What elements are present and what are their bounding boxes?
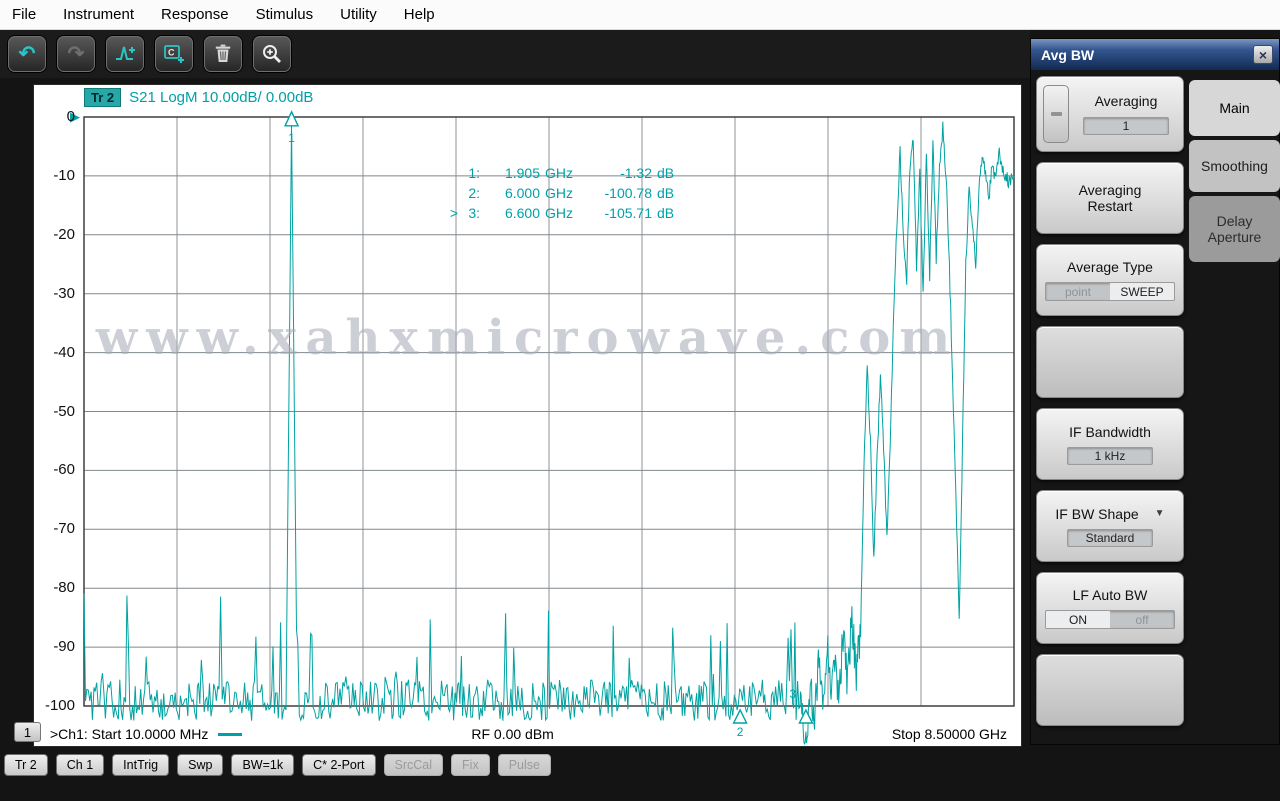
status-calibration-button[interactable]: C* 2-Port bbox=[302, 754, 376, 776]
marker-row: 2: 6.000 GHz -100.78 dB bbox=[468, 185, 675, 201]
menu-help[interactable]: Help bbox=[404, 6, 435, 23]
undo-button[interactable]: ↶ bbox=[8, 36, 46, 72]
average-type-segment: point SWEEP bbox=[1045, 282, 1175, 301]
averaging-button[interactable]: Averaging 1 bbox=[1036, 76, 1184, 152]
menu-response[interactable]: Response bbox=[161, 6, 229, 23]
lf-auto-bw-button[interactable]: LF Auto BW ON off bbox=[1036, 572, 1184, 644]
average-type-button[interactable]: Average Type point SWEEP bbox=[1036, 244, 1184, 316]
channel-badge[interactable]: 1 bbox=[14, 722, 41, 742]
y-tick: -100 bbox=[44, 697, 75, 714]
if-bw-shape-button[interactable]: IF BW Shape ▼ Standard bbox=[1036, 490, 1184, 562]
status-pulse-button: Pulse bbox=[497, 754, 551, 776]
panel-header: Avg BW × bbox=[1031, 39, 1279, 70]
copy-channel-icon: C bbox=[164, 45, 184, 63]
tab-main[interactable]: Main bbox=[1189, 80, 1280, 136]
copy-channel-button[interactable]: C bbox=[155, 36, 193, 72]
softkey-column: Averaging 1 Averaging Restart Average Ty… bbox=[1036, 76, 1184, 726]
y-tick: -40 bbox=[53, 344, 75, 361]
plot-panel: Tr 2 S21 LogM 10.00dB/ 0.00dB ▶ 0 -10 -2… bbox=[33, 84, 1022, 747]
menu-instrument[interactable]: Instrument bbox=[63, 6, 134, 23]
delete-button[interactable] bbox=[204, 36, 242, 72]
stimulus-stop-label[interactable]: Stop 8.50000 GHz bbox=[892, 726, 1007, 742]
trash-icon bbox=[215, 44, 231, 62]
status-sweep-button[interactable]: Swp bbox=[177, 754, 224, 776]
average-type-sweep-option[interactable]: SWEEP bbox=[1110, 283, 1174, 300]
svg-text:C: C bbox=[168, 48, 175, 58]
menu-file[interactable]: File bbox=[12, 6, 36, 23]
tab-smoothing[interactable]: Smoothing bbox=[1189, 140, 1280, 192]
status-bandwidth-button[interactable]: BW=1k bbox=[231, 754, 295, 776]
redo-button[interactable]: ↷ bbox=[57, 36, 95, 72]
trace-color-indicator bbox=[218, 732, 243, 736]
y-tick: -30 bbox=[53, 285, 75, 302]
if-bw-shape-label: IF BW Shape bbox=[1055, 505, 1139, 522]
toggle-dash-icon bbox=[1050, 112, 1062, 116]
y-tick: -50 bbox=[53, 403, 75, 420]
menu-bar: File Instrument Response Stimulus Utilit… bbox=[0, 0, 1280, 30]
rf-power-label[interactable]: RF 0.00 dBm bbox=[471, 726, 553, 742]
lf-auto-bw-label: LF Auto BW bbox=[1072, 587, 1148, 603]
panel-body: Averaging 1 Averaging Restart Average Ty… bbox=[1031, 70, 1280, 726]
averaging-restart-button[interactable]: Averaging Restart bbox=[1036, 162, 1184, 234]
menu-utility[interactable]: Utility bbox=[340, 6, 377, 23]
y-tick: -20 bbox=[53, 226, 75, 243]
averaging-toggle[interactable] bbox=[1043, 85, 1069, 143]
y-tick: -90 bbox=[53, 638, 75, 655]
zoom-in-button[interactable] bbox=[253, 36, 291, 72]
averaging-label: Averaging bbox=[1094, 93, 1158, 109]
watermark: www.xahxmicrowave.com bbox=[95, 310, 960, 366]
y-tick: -60 bbox=[53, 461, 75, 478]
plot-header: Tr 2 S21 LogM 10.00dB/ 0.00dB bbox=[84, 88, 313, 107]
average-type-point-option[interactable]: point bbox=[1046, 283, 1110, 300]
y-tick: -80 bbox=[53, 579, 75, 596]
if-bandwidth-label: IF Bandwidth bbox=[1069, 423, 1151, 440]
y-tick: -70 bbox=[53, 520, 75, 537]
panel-title: Avg BW bbox=[1041, 46, 1095, 63]
panel-tab-column: Main Smoothing Delay Aperture bbox=[1189, 80, 1280, 726]
averaging-value: 1 bbox=[1083, 117, 1169, 135]
chevron-down-icon: ▼ bbox=[1154, 508, 1165, 519]
if-bandwidth-value: 1 kHz bbox=[1067, 446, 1153, 465]
svg-text:1: 1 bbox=[288, 131, 295, 145]
marker-row: > 3: 6.600 GHz -105.71 dB bbox=[449, 205, 675, 221]
average-type-label: Average Type bbox=[1067, 259, 1153, 275]
if-bandwidth-button[interactable]: IF Bandwidth 1 kHz bbox=[1036, 408, 1184, 480]
toolbar: ↶ ↷ C bbox=[0, 30, 1030, 78]
status-srccal-button: SrcCal bbox=[383, 754, 444, 776]
add-marker-button[interactable] bbox=[106, 36, 144, 72]
y-axis-labels: 0 -10 -20 -30 -40 -50 -60 -70 -80 -90 -1… bbox=[34, 85, 80, 746]
marker-readout: 1: 1.905 GHz -1.32 dB 2: 6.000 GHz -100.… bbox=[442, 163, 682, 223]
close-button[interactable]: × bbox=[1253, 45, 1273, 64]
status-fix-button: Fix bbox=[451, 754, 490, 776]
lf-auto-bw-on-option[interactable]: ON bbox=[1046, 611, 1110, 628]
close-icon: × bbox=[1258, 46, 1268, 63]
blank-softkey-1 bbox=[1036, 326, 1184, 398]
trace-format-label[interactable]: S21 LogM 10.00dB/ 0.00dB bbox=[129, 89, 313, 106]
y-tick: 0 bbox=[66, 108, 75, 125]
blank-softkey-2 bbox=[1036, 654, 1184, 726]
menu-stimulus[interactable]: Stimulus bbox=[256, 6, 314, 23]
zoom-in-icon bbox=[263, 45, 281, 63]
tab-delay-aperture[interactable]: Delay Aperture bbox=[1189, 196, 1280, 262]
add-marker-icon bbox=[116, 46, 135, 60]
y-tick: -10 bbox=[53, 167, 75, 184]
avg-bw-panel: Avg BW × Averaging 1 Averaging Restart A… bbox=[1030, 38, 1280, 745]
undo-icon: ↶ bbox=[18, 43, 36, 65]
svg-text:3: 3 bbox=[790, 687, 797, 701]
trace-badge[interactable]: Tr 2 bbox=[84, 88, 122, 107]
stimulus-footer: >Ch1: Start 10.0000 MHz RF 0.00 dBm Stop… bbox=[34, 724, 1021, 744]
vna-application: File Instrument Response Stimulus Utilit… bbox=[0, 0, 1280, 801]
status-bar: Tr 2 Ch 1 IntTrig Swp BW=1k C* 2-Port Sr… bbox=[0, 752, 1030, 778]
status-channel-button[interactable]: Ch 1 bbox=[55, 754, 105, 776]
lf-auto-bw-segment: ON off bbox=[1045, 610, 1175, 629]
redo-icon: ↷ bbox=[67, 43, 85, 65]
status-trace-button[interactable]: Tr 2 bbox=[4, 754, 48, 776]
if-bw-shape-value: Standard bbox=[1067, 528, 1153, 547]
status-trigger-button[interactable]: IntTrig bbox=[112, 754, 170, 776]
marker-row: 1: 1.905 GHz -1.32 dB bbox=[468, 165, 675, 181]
lf-auto-bw-off-option[interactable]: off bbox=[1110, 611, 1174, 628]
averaging-restart-label: Averaging Restart bbox=[1078, 182, 1142, 214]
